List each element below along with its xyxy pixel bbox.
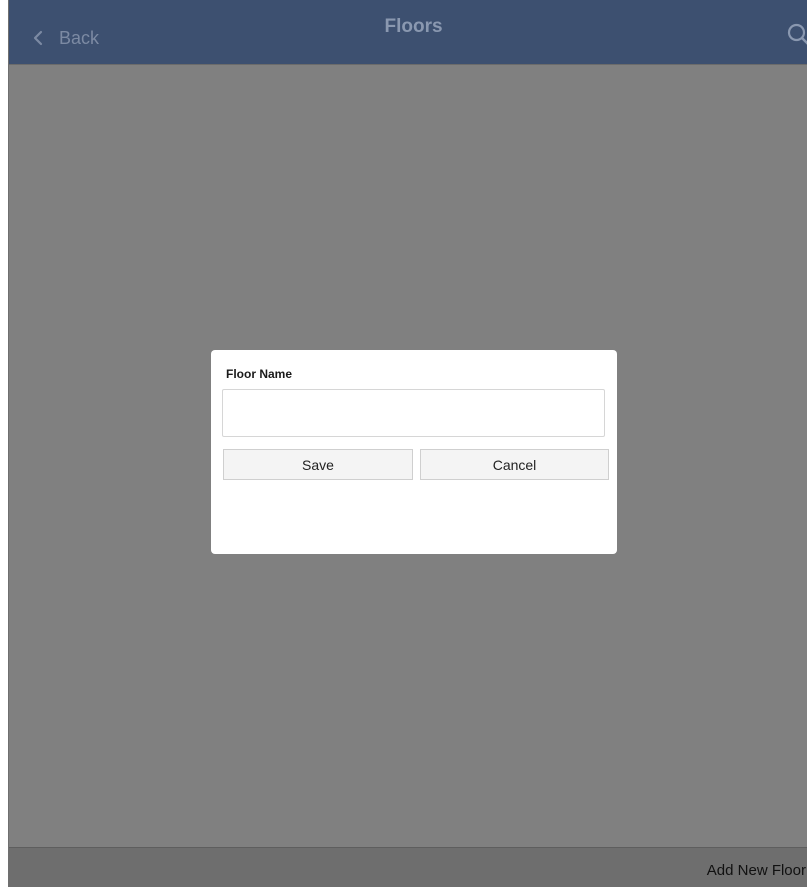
bottom-bar: Add New Floor — [9, 847, 807, 887]
cancel-button[interactable]: Cancel — [420, 449, 609, 480]
save-button[interactable]: Save — [223, 449, 413, 480]
add-floor-dialog: Floor Name Save Cancel — [211, 350, 617, 554]
floor-name-input[interactable] — [222, 389, 605, 437]
page-title: Floors — [384, 16, 443, 37]
floor-name-label: Floor Name — [226, 367, 293, 381]
top-bar: Back Floors — [9, 0, 807, 65]
search-icon[interactable] — [786, 22, 807, 48]
app-window: Back Floors Floor Name Save Cancel Add N… — [8, 0, 807, 887]
add-new-floor-button[interactable]: Add New Floor — [707, 862, 806, 879]
